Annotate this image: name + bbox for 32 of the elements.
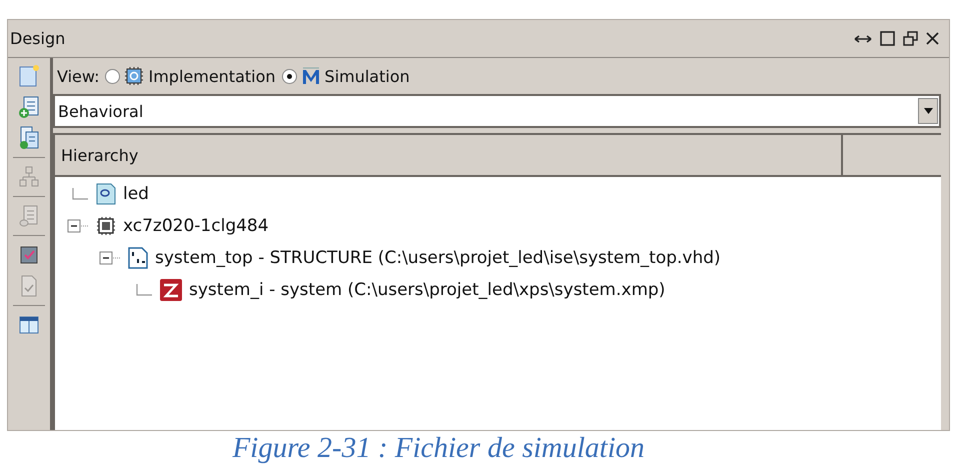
m-logo-icon [300,66,321,86]
tree-connector [136,284,152,296]
resize-icon[interactable] [854,32,872,44]
tree-item[interactable]: led [123,184,149,204]
view-option-label[interactable]: Simulation [324,66,410,86]
tree-item[interactable]: system_top - STRUCTURE (C:\users\projet_led\ise\system_top.vhd) [155,248,721,268]
close-icon[interactable] [926,32,939,45]
view-option-label[interactable]: Implementation [148,66,276,86]
dropdown-button[interactable] [918,98,938,124]
new-file-icon[interactable] [18,64,40,88]
chip-icon [95,215,117,237]
module-icon [95,182,117,206]
caret-icon [924,108,932,114]
radio-button[interactable] [282,68,297,84]
processor-logo-icon [159,278,183,302]
tree-item[interactable]: system_i - system (C:\users\projet_led\xps\system.xmp) [189,280,666,300]
view-label: View: [57,66,100,86]
restore-icon[interactable] [903,31,918,46]
tree-connector [72,188,88,200]
add-copy-icon[interactable] [18,126,40,150]
dropdown-field[interactable]: Behavioral [53,94,941,128]
add-document-icon[interactable] [18,95,40,119]
chip-icon [124,66,144,86]
radio-button[interactable] [105,68,120,84]
collapse-icon[interactable] [99,251,121,265]
vhdl-file-icon [127,246,149,270]
figure-caption: Figure 2-31 : Fichier de simulation [231,431,646,465]
panel-title: Design [10,29,66,48]
tree-item[interactable]: xc7z020-1clg484 [123,216,269,236]
collapse-icon[interactable] [67,219,89,233]
column-header[interactable]: Hierarchy [55,135,843,175]
maximize-icon[interactable] [880,31,895,46]
